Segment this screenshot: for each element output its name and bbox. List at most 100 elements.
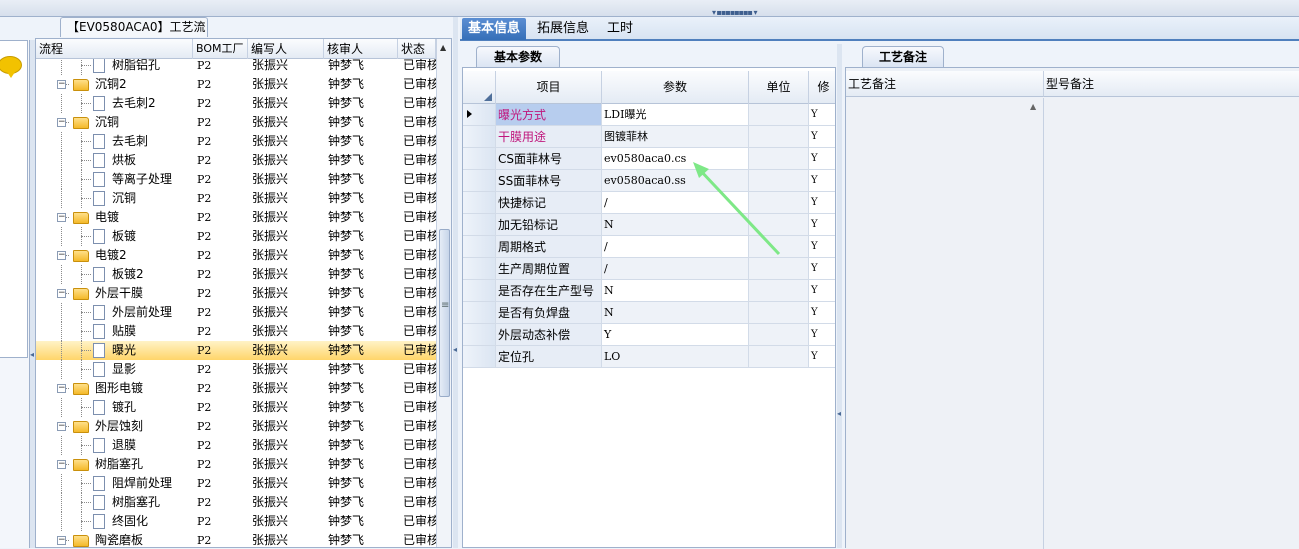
tree-row[interactable]: − 电镀2 P2 张振兴 钟梦飞 已审核 [36, 246, 436, 265]
tree-reviewer-cell: 钟梦飞 [328, 172, 365, 186]
tree-row[interactable]: 贴膜 P2 张振兴 钟梦飞 已审核 [36, 322, 436, 341]
tree-row[interactable]: − 沉铜 P2 张振兴 钟梦飞 已审核 [36, 113, 436, 132]
tree-connector [81, 160, 91, 161]
tab-basic-info[interactable]: 基本信息 [462, 18, 527, 40]
tree-col-writer[interactable]: 编写人 [248, 39, 324, 59]
remark-col-model[interactable]: 型号备注 [1044, 71, 1299, 97]
tree-row[interactable]: 显影 P2 张振兴 钟梦飞 已审核 [36, 360, 436, 379]
folder-icon [73, 535, 89, 547]
tree-row[interactable]: 等离子处理 P2 张振兴 钟梦飞 已审核 [36, 170, 436, 189]
tree-bom-cell: P2 [197, 534, 212, 547]
tree-row[interactable]: − 外层干膜 P2 张振兴 钟梦飞 已审核 [36, 284, 436, 303]
collapse-toggle-icon[interactable]: − [57, 460, 66, 469]
remark-tab[interactable]: 工艺备注 [862, 46, 944, 67]
folder-icon [73, 459, 89, 471]
tree-reviewer-cell: 钟梦飞 [328, 77, 365, 91]
tab-work-hours[interactable]: 工时 [601, 18, 639, 40]
remark-col-process[interactable]: 工艺备注 [846, 71, 1044, 97]
document-icon [93, 96, 105, 111]
tree-writer-cell: 张振兴 [252, 533, 289, 547]
tree-reviewer-cell: 钟梦飞 [328, 438, 365, 452]
remark-scroll-up-icon[interactable]: ▲ [1030, 102, 1036, 111]
tree-node-label: 去毛刺 [112, 134, 149, 148]
collapse-grip-icon[interactable]: ▾ ▪▪▪▪▪▪▪▪ ▾ [712, 9, 774, 17]
tree-row[interactable]: 树脂塞孔 P2 张振兴 钟梦飞 已审核 [36, 493, 436, 512]
folder-icon [73, 212, 89, 224]
folder-icon [73, 79, 89, 91]
basic-params-tab[interactable]: 基本参数 [476, 46, 560, 67]
tree-bom-cell: P2 [197, 59, 212, 72]
collapse-toggle-icon[interactable]: − [57, 384, 66, 393]
tree-row[interactable]: 外层前处理 P2 张振兴 钟梦飞 已审核 [36, 303, 436, 322]
tree-row[interactable]: − 电镀 P2 张振兴 钟梦飞 已审核 [36, 208, 436, 227]
tree-scrollbar[interactable]: ▲ [436, 39, 451, 547]
tree-node-label: 外层前处理 [112, 305, 173, 319]
tree-writer-cell: 张振兴 [252, 210, 289, 224]
tree-row[interactable]: − 图形电镀 P2 张振兴 钟梦飞 已审核 [36, 379, 436, 398]
tree-connector [81, 141, 91, 142]
collapse-toggle-icon[interactable]: − [57, 422, 66, 431]
tree-reviewer-cell: 钟梦飞 [328, 533, 365, 547]
tree-row[interactable]: 树脂铝孔 P2 张振兴 钟梦飞 已审核 [36, 59, 436, 75]
tree-row[interactable]: 沉铜 P2 张振兴 钟梦飞 已审核 [36, 189, 436, 208]
tree-row[interactable]: 烘板 P2 张振兴 钟梦飞 已审核 [36, 151, 436, 170]
tree-row[interactable]: 去毛刺2 P2 张振兴 钟梦飞 已审核 [36, 94, 436, 113]
tree-status-cell: 已审核 [403, 115, 436, 129]
collapse-toggle-icon[interactable]: − [57, 213, 66, 222]
tree-col-reviewer[interactable]: 核审人 [324, 39, 398, 59]
scroll-thumb[interactable] [439, 229, 450, 397]
tree-row[interactable]: 板镀 P2 张振兴 钟梦飞 已审核 [36, 227, 436, 246]
tree-row[interactable]: 镀孔 P2 张振兴 钟梦飞 已审核 [36, 398, 436, 417]
tree-node-label: 图形电镀 [95, 381, 144, 395]
tree-writer-cell: 张振兴 [252, 115, 289, 129]
tree-bom-cell: P2 [197, 211, 212, 224]
splitter-arrow-icon: ◂ [30, 350, 35, 359]
middle-splitter[interactable]: ◂ [453, 17, 458, 548]
tree-writer-cell: 张振兴 [252, 153, 289, 167]
tree-reviewer-cell: 钟梦飞 [328, 96, 365, 110]
tree-row[interactable]: 阻焊前处理 P2 张振兴 钟梦飞 已审核 [36, 474, 436, 493]
tree-node-label: 阻焊前处理 [112, 476, 173, 490]
process-remark-text[interactable] [846, 98, 1044, 549]
tree-row[interactable]: − 外层蚀刻 P2 张振兴 钟梦飞 已审核 [36, 417, 436, 436]
tree-status-cell: 已审核 [403, 286, 436, 300]
tree-writer-cell: 张振兴 [252, 419, 289, 433]
scroll-up-icon[interactable]: ▲ [440, 43, 446, 52]
tree-col-bom[interactable]: BOM工厂 [193, 39, 248, 59]
collapse-toggle-icon[interactable]: − [57, 289, 66, 298]
tree-writer-cell: 张振兴 [252, 77, 289, 91]
chat-bubble-icon[interactable] [0, 56, 22, 78]
tree-bom-cell: P2 [197, 439, 212, 452]
model-remark-text[interactable] [1044, 98, 1299, 549]
tree-writer-cell: 张振兴 [252, 59, 289, 72]
tree-connector [61, 360, 62, 379]
tree-row[interactable]: 终固化 P2 张振兴 钟梦飞 已审核 [36, 512, 436, 531]
collapse-toggle-icon[interactable]: − [57, 80, 66, 89]
tree-status-cell: 已审核 [403, 514, 436, 528]
tree-row[interactable]: − 陶瓷磨板 P2 张振兴 钟梦飞 已审核 [36, 531, 436, 547]
tree-connector [81, 369, 91, 370]
tree-writer-cell: 张振兴 [252, 286, 289, 300]
tree-col-status[interactable]: 状态 [398, 39, 436, 59]
tree-status-cell: 已审核 [403, 248, 436, 262]
tree-row[interactable]: 去毛刺 P2 张振兴 钟梦飞 已审核 [36, 132, 436, 151]
tree-status-cell: 已审核 [403, 457, 436, 471]
tree-writer-cell: 张振兴 [252, 172, 289, 186]
tree-status-cell: 已审核 [403, 476, 436, 490]
tree-node-label: 去毛刺2 [112, 96, 156, 110]
collapse-toggle-icon[interactable]: − [57, 536, 66, 545]
detail-tabs: 基本信息 拓展信息 工时 [460, 17, 1299, 41]
tree-row[interactable]: 退膜 P2 张振兴 钟梦飞 已审核 [36, 436, 436, 455]
right-splitter[interactable]: ◂ [837, 44, 842, 548]
tree-node-label: 显影 [112, 362, 137, 376]
tree-connector [61, 265, 62, 284]
tree-row[interactable]: 曝光 P2 张振兴 钟梦飞 已审核 [36, 341, 436, 360]
document-icon [93, 324, 105, 339]
tree-col-flow[interactable]: 流程 [36, 39, 193, 59]
tree-row[interactable]: − 树脂塞孔 P2 张振兴 钟梦飞 已审核 [36, 455, 436, 474]
tab-extended-info[interactable]: 拓展信息 [531, 18, 595, 40]
tree-row[interactable]: − 沉铜2 P2 张振兴 钟梦飞 已审核 [36, 75, 436, 94]
collapse-toggle-icon[interactable]: − [57, 118, 66, 127]
tree-row[interactable]: 板镀2 P2 张振兴 钟梦飞 已审核 [36, 265, 436, 284]
collapse-toggle-icon[interactable]: − [57, 251, 66, 260]
